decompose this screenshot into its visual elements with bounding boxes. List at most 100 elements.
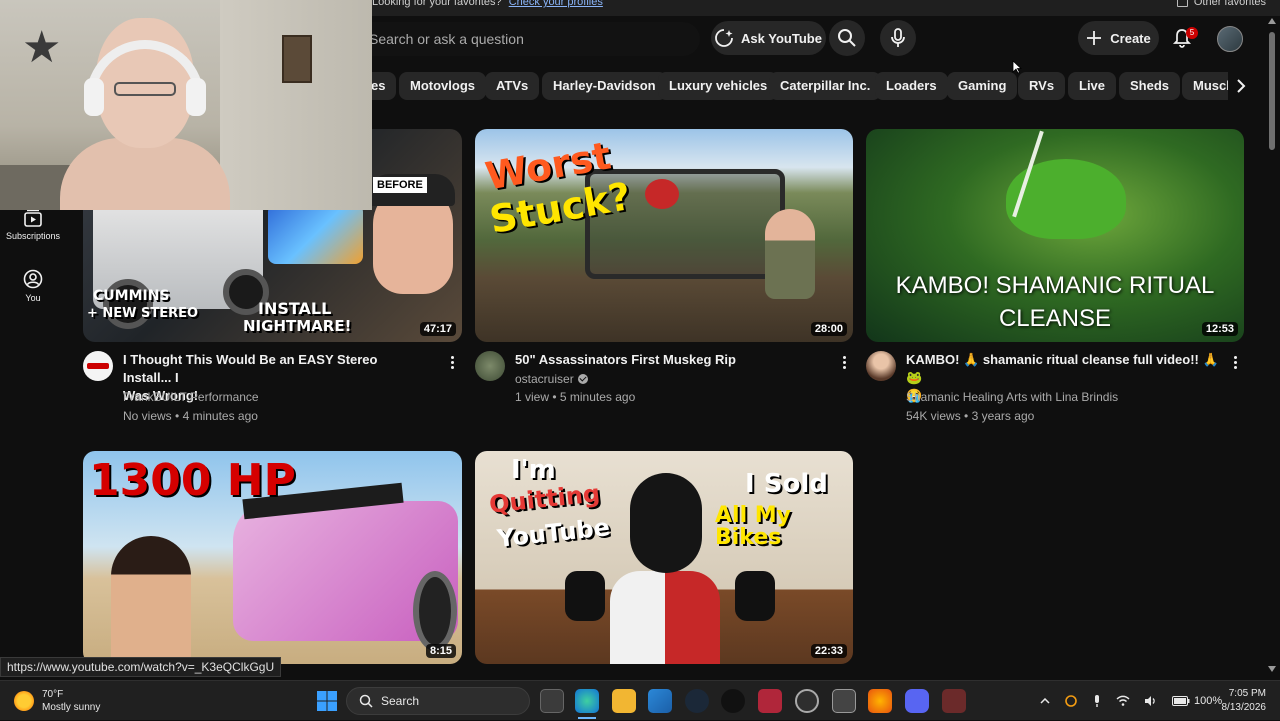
frog-image <box>1006 159 1126 239</box>
chip-atvs[interactable]: ATVs <box>485 72 540 100</box>
channel-name-label: ostacruiser <box>515 372 574 386</box>
create-label: Create <box>1110 30 1151 46</box>
channel-avatar[interactable] <box>83 351 113 381</box>
link-status-bar: https://www.youtube.com/watch?v=_K3eQClk… <box>0 657 282 677</box>
helmet-image <box>630 473 702 573</box>
folder-icon <box>1176 0 1188 7</box>
steam-icon[interactable] <box>685 689 709 713</box>
video-thumbnail[interactable]: 1300 HP 8:15 <box>83 451 462 664</box>
helmet-image <box>645 179 679 209</box>
sidebar-item-subscriptions[interactable]: Subscriptions <box>0 209 66 241</box>
video-title-line: KAMBO! 🙏 shamanic ritual cleanse full vi… <box>906 352 1219 385</box>
chip-partial[interactable]: es <box>372 72 397 100</box>
video-menu-button[interactable] <box>444 352 460 372</box>
ask-youtube-label: Ask YouTube <box>741 30 822 46</box>
chip-caterpillar[interactable]: Caterpillar Inc. <box>769 72 882 100</box>
sidebar-item-you[interactable]: You <box>0 269 66 303</box>
star-decoration-icon: ★ <box>22 23 62 72</box>
task-view-icon[interactable] <box>540 689 564 713</box>
check-profiles-link[interactable]: Check your profiles <box>509 0 603 8</box>
chip-harley-davidson[interactable]: Harley-Davidson <box>542 72 667 100</box>
upload-age: 3 years ago <box>971 409 1035 423</box>
thumb-label-install: INSTALL <box>258 299 332 318</box>
create-button[interactable]: Create <box>1078 21 1159 55</box>
weather-widget[interactable]: 70°F Mostly sunny <box>14 688 100 714</box>
windows-taskbar: 70°F Mostly sunny Search 100% 7:05 PM 8/… <box>0 680 1280 720</box>
taskbar-clock[interactable]: 7:05 PM 8/13/2026 <box>1222 687 1267 715</box>
video-stats: No views • 4 minutes ago <box>123 409 258 423</box>
channel-avatar[interactable] <box>475 351 505 381</box>
glove-image <box>735 571 775 621</box>
verified-icon <box>577 374 588 384</box>
stereo-screen-image <box>268 204 363 264</box>
account-avatar[interactable] <box>1217 26 1243 52</box>
tire-image <box>103 279 153 329</box>
other-favorites-label: Other favorites <box>1193 0 1266 8</box>
video-thumbnail[interactable]: KAMBO! SHAMANIC RITUAL CLEANSE 12:53 <box>866 129 1244 342</box>
taskbar-search[interactable]: Search <box>346 687 530 715</box>
person-image <box>765 209 815 299</box>
chip-live[interactable]: Live <box>1068 72 1117 100</box>
game-launcher-icon[interactable] <box>758 689 782 713</box>
tire-image <box>413 571 457 651</box>
video-duration: 47:17 <box>419 322 456 336</box>
sun-icon <box>14 691 34 711</box>
background-door-image <box>220 0 372 210</box>
thumb-label-new-stereo: + NEW STEREO <box>87 306 199 321</box>
firefox-icon[interactable] <box>868 689 892 713</box>
channel-name[interactable]: Shamanic Healing Arts with Lina Brindis <box>906 388 1118 406</box>
volume-icon[interactable] <box>1144 695 1158 707</box>
video-thumbnail[interactable]: Worst Stuck? 28:00 <box>475 129 853 342</box>
webcam-overlay: ★ <box>0 0 372 210</box>
chip-rvs[interactable]: RVs <box>1018 72 1066 100</box>
channel-logo-image <box>87 363 109 369</box>
streamer-image <box>60 18 230 210</box>
chips-next-button[interactable] <box>1228 72 1254 100</box>
video-duration: 12:53 <box>1201 322 1238 336</box>
settings-gear-icon[interactable] <box>795 689 819 713</box>
person-image <box>111 536 191 664</box>
search-button[interactable] <box>829 20 865 56</box>
chip-luxury-vehicles[interactable]: Luxury vehicles <box>658 72 779 100</box>
video-title[interactable]: 50" Assassinators First Muskeg Rip <box>515 351 825 369</box>
system-tray: 100% <box>1040 681 1222 721</box>
video-stats: 54K views • 3 years ago <box>906 409 1035 423</box>
wifi-icon[interactable] <box>1116 695 1130 707</box>
microsoft-store-icon[interactable] <box>648 689 672 713</box>
microphone-icon[interactable] <box>1092 694 1102 708</box>
channel-name[interactable]: FrankBUILT Performance <box>123 388 259 406</box>
channel-avatar[interactable] <box>866 351 896 381</box>
video-menu-button[interactable] <box>1227 352 1243 372</box>
upload-age: 4 minutes ago <box>182 409 258 423</box>
notification-count-badge: 5 <box>1186 27 1198 39</box>
chip-motovlogs[interactable]: Motovlogs <box>399 72 486 100</box>
video-thumbnail[interactable]: I'm Quitting YouTube I Sold All My Bikes… <box>475 451 853 664</box>
chevron-up-icon[interactable] <box>1040 698 1050 704</box>
scroll-thumb[interactable] <box>1269 32 1275 150</box>
chip-gaming[interactable]: Gaming <box>947 72 1018 100</box>
windows-start-icon[interactable] <box>316 690 338 712</box>
file-explorer-icon[interactable] <box>612 689 636 713</box>
video-duration: 22:33 <box>810 644 847 658</box>
forza-icon[interactable] <box>832 689 856 713</box>
thumb-label-im: I'm <box>511 455 556 485</box>
voice-search-button[interactable] <box>880 20 916 56</box>
chip-sheds[interactable]: Sheds <box>1119 72 1181 100</box>
page-scrollbar[interactable] <box>1266 18 1278 676</box>
search-input[interactable] <box>355 22 675 56</box>
ask-youtube-button[interactable]: Ask YouTube <box>711 21 826 55</box>
scroll-down-icon <box>1268 666 1276 672</box>
video-menu-button[interactable] <box>836 352 852 372</box>
channel-name[interactable]: ostacruiser <box>515 370 588 388</box>
epic-launcher-icon[interactable] <box>721 689 745 713</box>
edge-browser-icon[interactable] <box>575 689 599 713</box>
hoodie-image <box>610 571 720 664</box>
other-favorites[interactable]: Other favorites <box>1176 0 1266 8</box>
video-stats: 1 view • 5 minutes ago <box>515 390 636 404</box>
thumb-label-all-my-bikes: All My Bikes <box>715 503 792 550</box>
sync-icon[interactable] <box>1064 694 1078 708</box>
battery-indicator[interactable]: 100% <box>1172 695 1222 707</box>
discord-icon[interactable] <box>905 689 929 713</box>
truck-sim-icon[interactable] <box>942 689 966 713</box>
chip-loaders[interactable]: Loaders <box>875 72 948 100</box>
